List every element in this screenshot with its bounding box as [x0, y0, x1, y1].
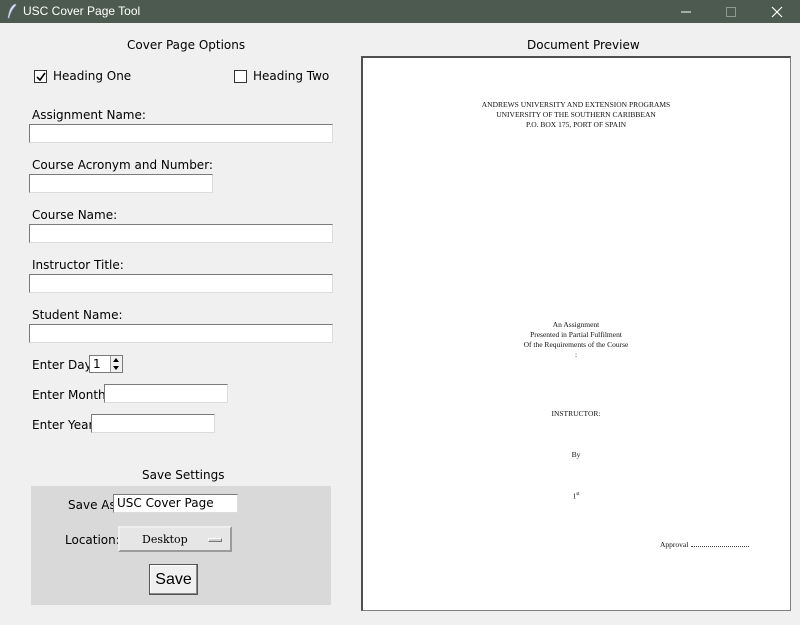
day-value: 1	[93, 357, 101, 371]
doc-header-line: UNIVERSITY OF THE SOUTHERN CARIBBEAN	[496, 110, 656, 119]
doc-header: ANDREWS UNIVERSITY AND EXTENSION PROGRAM…	[363, 100, 789, 130]
heading-one-label: Heading One	[53, 69, 132, 83]
cover-page-options-title: Cover Page Options	[127, 38, 246, 52]
save-as-label: Save As:	[68, 498, 120, 512]
doc-middle-line: Of the Requirements of the Course	[523, 340, 629, 349]
doc-middle-line: An Assignment	[552, 320, 600, 329]
heading-two-checkbox-row[interactable]: Heading Two	[234, 69, 329, 83]
doc-header-line: ANDREWS UNIVERSITY AND EXTENSION PROGRAM…	[481, 100, 671, 109]
location-value: Desktop	[142, 533, 188, 546]
feather-icon	[6, 3, 18, 19]
spin-up-icon[interactable]	[113, 358, 119, 362]
course-acronym-label: Course Acronym and Number:	[32, 158, 213, 172]
check-icon	[36, 72, 46, 81]
instructor-title-label: Instructor Title:	[32, 258, 124, 272]
year-input[interactable]	[91, 414, 215, 433]
save-button[interactable]: Save	[149, 564, 198, 595]
year-label: Enter Year:	[32, 418, 98, 432]
window-title: USC Cover Page Tool	[23, 4, 141, 18]
doc-by: By	[571, 450, 581, 459]
day-label: Enter Day:	[32, 358, 95, 372]
instructor-title-input[interactable]	[29, 274, 333, 293]
student-name-label: Student Name:	[32, 308, 123, 322]
location-dropdown[interactable]: Desktop	[118, 526, 232, 552]
save-settings-title: Save Settings	[142, 468, 225, 482]
doc-middle-line: Presented in Partial Fulfilment	[530, 330, 622, 339]
heading-one-checkbox[interactable]	[34, 69, 47, 83]
heading-two-checkbox[interactable]	[234, 69, 247, 83]
doc-middle-line: :	[574, 350, 578, 359]
doc-date: 1st	[363, 490, 789, 502]
course-name-label: Course Name:	[32, 208, 118, 222]
close-button[interactable]	[754, 0, 799, 23]
assignment-name-label: Assignment Name:	[32, 108, 146, 122]
heading-one-checkbox-row[interactable]: Heading One	[34, 69, 131, 83]
month-label: Enter Month:	[32, 388, 110, 402]
title-bar: USC Cover Page Tool	[0, 0, 800, 23]
maximize-icon	[725, 6, 736, 17]
spin-arrows[interactable]	[110, 356, 122, 372]
minimize-button[interactable]	[663, 0, 708, 23]
doc-approval-line	[691, 546, 750, 547]
dropdown-indicator-icon	[208, 538, 222, 542]
doc-instructor: INSTRUCTOR:	[551, 409, 601, 418]
course-name-input[interactable]	[29, 224, 333, 243]
maximize-button[interactable]	[708, 0, 753, 23]
month-input[interactable]	[104, 384, 228, 403]
student-name-input[interactable]	[29, 324, 333, 343]
course-acronym-input[interactable]	[29, 174, 213, 193]
heading-two-label: Heading Two	[253, 69, 330, 83]
assignment-name-input[interactable]	[29, 124, 333, 143]
document-preview-canvas: ANDREWS UNIVERSITY AND EXTENSION PROGRAM…	[361, 56, 791, 611]
minimize-icon	[680, 11, 691, 12]
document-preview-title: Document Preview	[527, 38, 640, 52]
doc-middle: An Assignment Presented in Partial Fulfi…	[363, 320, 789, 360]
doc-date-suffix: st	[576, 492, 580, 497]
spin-down-icon[interactable]	[113, 366, 119, 370]
day-spinbox[interactable]: 1	[89, 355, 123, 373]
doc-header-line: P.O. BOX 175, PORT OF SPAIN	[526, 120, 626, 129]
doc-approval: Approval	[660, 540, 750, 549]
save-as-input[interactable]: USC Cover Page	[113, 494, 238, 513]
close-icon	[771, 6, 782, 17]
doc-approval-label: Approval	[660, 540, 689, 549]
location-label: Location:	[65, 533, 120, 547]
